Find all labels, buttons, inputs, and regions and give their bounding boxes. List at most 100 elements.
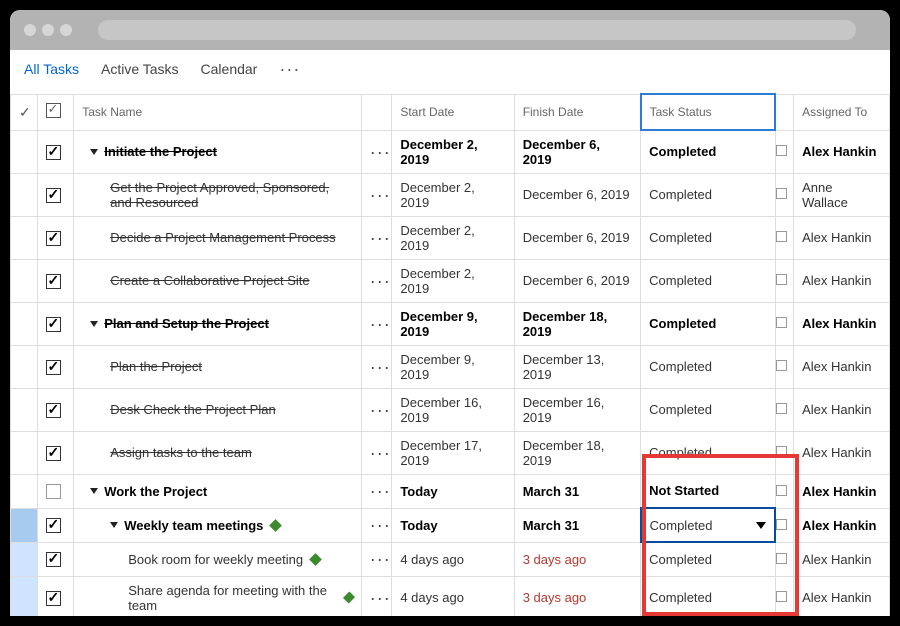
assignee-checkbox[interactable] — [776, 591, 787, 602]
assigned-to-cell[interactable]: Alex Hankin — [794, 474, 890, 508]
assigned-to-cell[interactable]: Alex Hankin — [794, 216, 890, 259]
table-row[interactable]: Initiate the Project···December 2, 2019D… — [11, 130, 890, 173]
task-name-cell[interactable]: Share agenda for meeting with the team — [74, 576, 362, 616]
caret-down-icon[interactable] — [90, 321, 98, 327]
complete-checkbox[interactable] — [46, 145, 61, 160]
finish-date-cell[interactable]: December 6, 2019 — [514, 173, 640, 216]
assigned-to-cell[interactable]: Alex Hankin — [794, 259, 890, 302]
start-date-cell[interactable]: December 16, 2019 — [392, 388, 514, 431]
row-menu-button[interactable]: ··· — [370, 185, 391, 205]
row-select-cell[interactable] — [11, 542, 38, 576]
row-menu-button[interactable]: ··· — [370, 481, 391, 501]
row-menu-button[interactable]: ··· — [370, 588, 391, 608]
assignee-checkbox[interactable] — [776, 360, 787, 371]
task-status-cell[interactable]: CompletedCompletedCompleted — [641, 508, 776, 542]
finish-date-cell[interactable]: December 6, 2019 — [514, 259, 640, 302]
task-status-cell[interactable]: Completed — [641, 216, 776, 259]
row-select-cell[interactable] — [11, 345, 38, 388]
row-select-cell[interactable] — [11, 474, 38, 508]
caret-down-icon[interactable] — [90, 149, 98, 155]
task-name-cell[interactable]: Initiate the Project — [74, 130, 362, 173]
task-name-cell[interactable]: Weekly team meetings — [74, 508, 362, 542]
complete-checkbox[interactable] — [46, 274, 61, 289]
finish-date-cell[interactable]: 3 days ago — [514, 576, 640, 616]
task-status-cell[interactable]: Completed — [641, 576, 776, 616]
table-row[interactable]: Plan and Setup the Project···December 9,… — [11, 302, 890, 345]
assignee-checkbox[interactable] — [776, 519, 787, 530]
complete-checkbox[interactable] — [46, 484, 61, 499]
row-select-cell[interactable] — [11, 216, 38, 259]
assignee-checkbox[interactable] — [776, 317, 787, 328]
table-row[interactable]: Create a Collaborative Project Site···De… — [11, 259, 890, 302]
table-row[interactable]: Desk Check the Project Plan···December 1… — [11, 388, 890, 431]
complete-checkbox[interactable] — [46, 360, 61, 375]
task-status-cell[interactable]: Completed — [641, 130, 776, 173]
task-name-cell[interactable]: Plan the Project — [74, 345, 362, 388]
tab-calendar[interactable]: Calendar — [201, 61, 258, 77]
task-status-cell[interactable]: Completed — [641, 388, 776, 431]
table-row[interactable]: Plan the Project···December 9, 2019Decem… — [11, 345, 890, 388]
row-select-cell[interactable] — [11, 173, 38, 216]
tab-active-tasks[interactable]: Active Tasks — [101, 61, 179, 77]
row-menu-button[interactable]: ··· — [370, 314, 391, 334]
assignee-checkbox[interactable] — [776, 403, 787, 414]
task-name-cell[interactable]: Desk Check the Project Plan — [74, 388, 362, 431]
start-date-cell[interactable]: December 9, 2019 — [392, 345, 514, 388]
assigned-to-cell[interactable]: Alex Hankin — [794, 388, 890, 431]
row-menu-button[interactable]: ··· — [370, 357, 391, 377]
assignee-checkbox[interactable] — [776, 274, 787, 285]
assigned-to-cell[interactable]: Alex Hankin — [794, 508, 890, 542]
task-name-cell[interactable]: Decide a Project Management Process — [74, 216, 362, 259]
finish-date-cell[interactable]: December 16, 2019 — [514, 388, 640, 431]
header-finish-date[interactable]: Finish Date — [514, 94, 640, 130]
table-row[interactable]: Work the Project···TodayMarch 31Not Star… — [11, 474, 890, 508]
header-task-name[interactable]: Task Name — [74, 94, 362, 130]
row-menu-button[interactable]: ··· — [370, 228, 391, 248]
start-date-cell[interactable]: 4 days ago — [392, 576, 514, 616]
row-select-cell[interactable] — [11, 508, 38, 542]
row-menu-button[interactable]: ··· — [370, 443, 391, 463]
assigned-to-cell[interactable]: Anne Wallace — [794, 173, 890, 216]
url-bar[interactable] — [98, 20, 856, 40]
assigned-to-cell[interactable]: Alex Hankin — [794, 345, 890, 388]
task-name-cell[interactable]: Work the Project — [74, 474, 362, 508]
start-date-cell[interactable]: December 2, 2019 — [392, 130, 514, 173]
complete-checkbox[interactable] — [46, 403, 61, 418]
window-dot-maximize[interactable] — [60, 24, 72, 36]
assigned-to-cell[interactable]: Alex Hankin — [794, 542, 890, 576]
complete-checkbox[interactable] — [46, 317, 61, 332]
row-select-cell[interactable] — [11, 302, 38, 345]
window-dot-minimize[interactable] — [42, 24, 54, 36]
window-dot-close[interactable] — [24, 24, 36, 36]
status-dropdown-option[interactable]: Completed — [642, 541, 775, 542]
table-row[interactable]: Decide a Project Management Process···De… — [11, 216, 890, 259]
complete-checkbox[interactable] — [46, 231, 61, 246]
complete-checkbox[interactable] — [46, 518, 61, 533]
row-select-cell[interactable] — [11, 576, 38, 616]
assigned-to-cell[interactable]: Alex Hankin — [794, 130, 890, 173]
row-select-cell[interactable] — [11, 130, 38, 173]
assignee-checkbox[interactable] — [776, 446, 787, 457]
table-row[interactable]: Book room for weekly meeting···4 days ag… — [11, 542, 890, 576]
tab-all-tasks[interactable]: All Tasks — [24, 61, 79, 77]
complete-checkbox[interactable] — [46, 591, 61, 606]
start-date-cell[interactable]: December 9, 2019 — [392, 302, 514, 345]
start-date-cell[interactable]: December 17, 2019 — [392, 431, 514, 474]
header-select-all[interactable]: ✓ — [11, 94, 38, 130]
more-views-button[interactable]: ··· — [279, 60, 300, 78]
start-date-cell[interactable]: Today — [392, 508, 514, 542]
assigned-to-cell[interactable]: Alex Hankin — [794, 302, 890, 345]
row-select-cell[interactable] — [11, 431, 38, 474]
assignee-checkbox[interactable] — [776, 485, 787, 496]
start-date-cell[interactable]: 4 days ago — [392, 542, 514, 576]
finish-date-cell[interactable]: December 18, 2019 — [514, 302, 640, 345]
table-row[interactable]: Weekly team meetings···TodayMarch 31Comp… — [11, 508, 890, 542]
status-dropdown[interactable]: Completed — [642, 509, 775, 541]
table-row[interactable]: Share agenda for meeting with the team ··… — [11, 576, 890, 616]
assignee-checkbox[interactable] — [776, 231, 787, 242]
header-complete-col[interactable] — [37, 94, 74, 130]
caret-down-icon[interactable] — [110, 522, 118, 528]
header-assigned-to[interactable]: Assigned To — [794, 94, 890, 130]
table-row[interactable]: Get the Project Approved, Sponsored, and… — [11, 173, 890, 216]
row-menu-button[interactable]: ··· — [370, 515, 391, 535]
